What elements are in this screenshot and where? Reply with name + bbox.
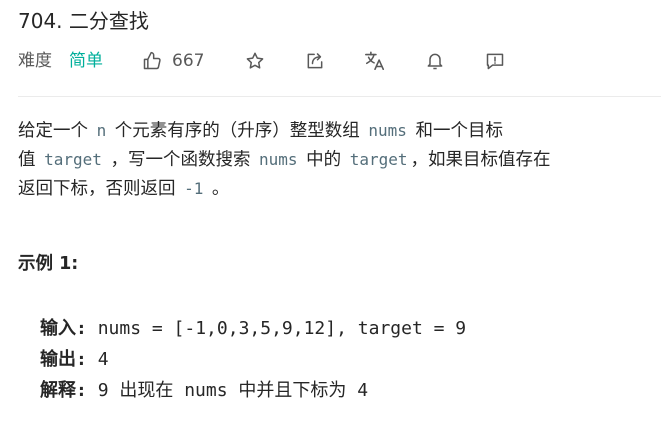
difficulty-label: 难度 bbox=[18, 51, 52, 71]
thumbs-up-icon bbox=[143, 51, 161, 70]
inline-code: n bbox=[96, 121, 107, 140]
favorite-button[interactable] bbox=[243, 49, 267, 73]
example-title: 示例 1: bbox=[18, 254, 79, 274]
description-line: 值 target ，写一个函数搜索 nums 中的 target ，如果目标值存在 bbox=[18, 145, 658, 174]
description-text: ，如果目标值存在 bbox=[410, 150, 551, 170]
star-icon bbox=[246, 52, 264, 69]
description-text: 和一个目标 bbox=[415, 121, 503, 141]
inline-code: nums bbox=[259, 150, 298, 169]
description-text: 值 bbox=[18, 150, 36, 170]
translate-icon bbox=[365, 51, 385, 71]
like-button[interactable]: 667 bbox=[142, 47, 204, 75]
example-explain-line: 解释: 9 出现在 nums 中并且下标为 4 bbox=[40, 375, 466, 406]
example-output-label: 输出: bbox=[40, 349, 87, 370]
inline-code: -1 bbox=[184, 179, 204, 198]
example-input-value: nums = [-1,0,3,5,9,12], target = 9 bbox=[97, 318, 467, 339]
example-output-line: 输出: 4 bbox=[40, 344, 466, 375]
share-button[interactable] bbox=[303, 49, 327, 73]
difficulty-value: 简单 bbox=[69, 51, 103, 71]
example-input-label: 输入: bbox=[40, 318, 87, 339]
inline-code: target bbox=[44, 150, 102, 169]
inline-code: nums bbox=[368, 121, 407, 140]
example-explain-value: 9 出现在 nums 中并且下标为 4 bbox=[97, 380, 369, 401]
inline-code: target bbox=[349, 150, 408, 169]
example-explain-label: 解释: bbox=[40, 380, 87, 401]
section-divider bbox=[18, 96, 661, 97]
notify-button[interactable] bbox=[423, 49, 447, 73]
description-text: 。 bbox=[211, 179, 230, 199]
feedback-button[interactable] bbox=[483, 49, 507, 73]
translate-button[interactable] bbox=[363, 49, 387, 73]
example-input-line: 输入: nums = [-1,0,3,5,9,12], target = 9 bbox=[40, 313, 466, 344]
example-block: 输入: nums = [-1,0,3,5,9,12], target = 9 输… bbox=[40, 313, 466, 406]
description-text: 中的 bbox=[306, 150, 342, 170]
share-icon bbox=[307, 53, 323, 69]
example-output-value: 4 bbox=[97, 349, 109, 370]
description-text: 个元素有序的（升序）整型数组 bbox=[114, 121, 360, 141]
bell-icon bbox=[427, 53, 443, 70]
problem-title: 704. 二分查找 bbox=[18, 9, 149, 33]
like-count: 667 bbox=[172, 51, 205, 71]
problem-description: 给定一个 n 个元素有序的（升序）整型数组 nums 和一个目标 值 targe… bbox=[18, 116, 658, 203]
description-line: 给定一个 n 个元素有序的（升序）整型数组 nums 和一个目标 bbox=[18, 116, 658, 145]
description-line: 返回下标，否则返回 -1 。 bbox=[18, 174, 658, 203]
description-text: 给定一个 bbox=[18, 121, 88, 141]
description-text: ，写一个函数搜索 bbox=[110, 150, 251, 170]
problem-meta-bar: 难度 简单 667 bbox=[18, 47, 658, 75]
description-text: 返回下标，否则返回 bbox=[18, 179, 176, 199]
feedback-icon bbox=[486, 53, 504, 70]
